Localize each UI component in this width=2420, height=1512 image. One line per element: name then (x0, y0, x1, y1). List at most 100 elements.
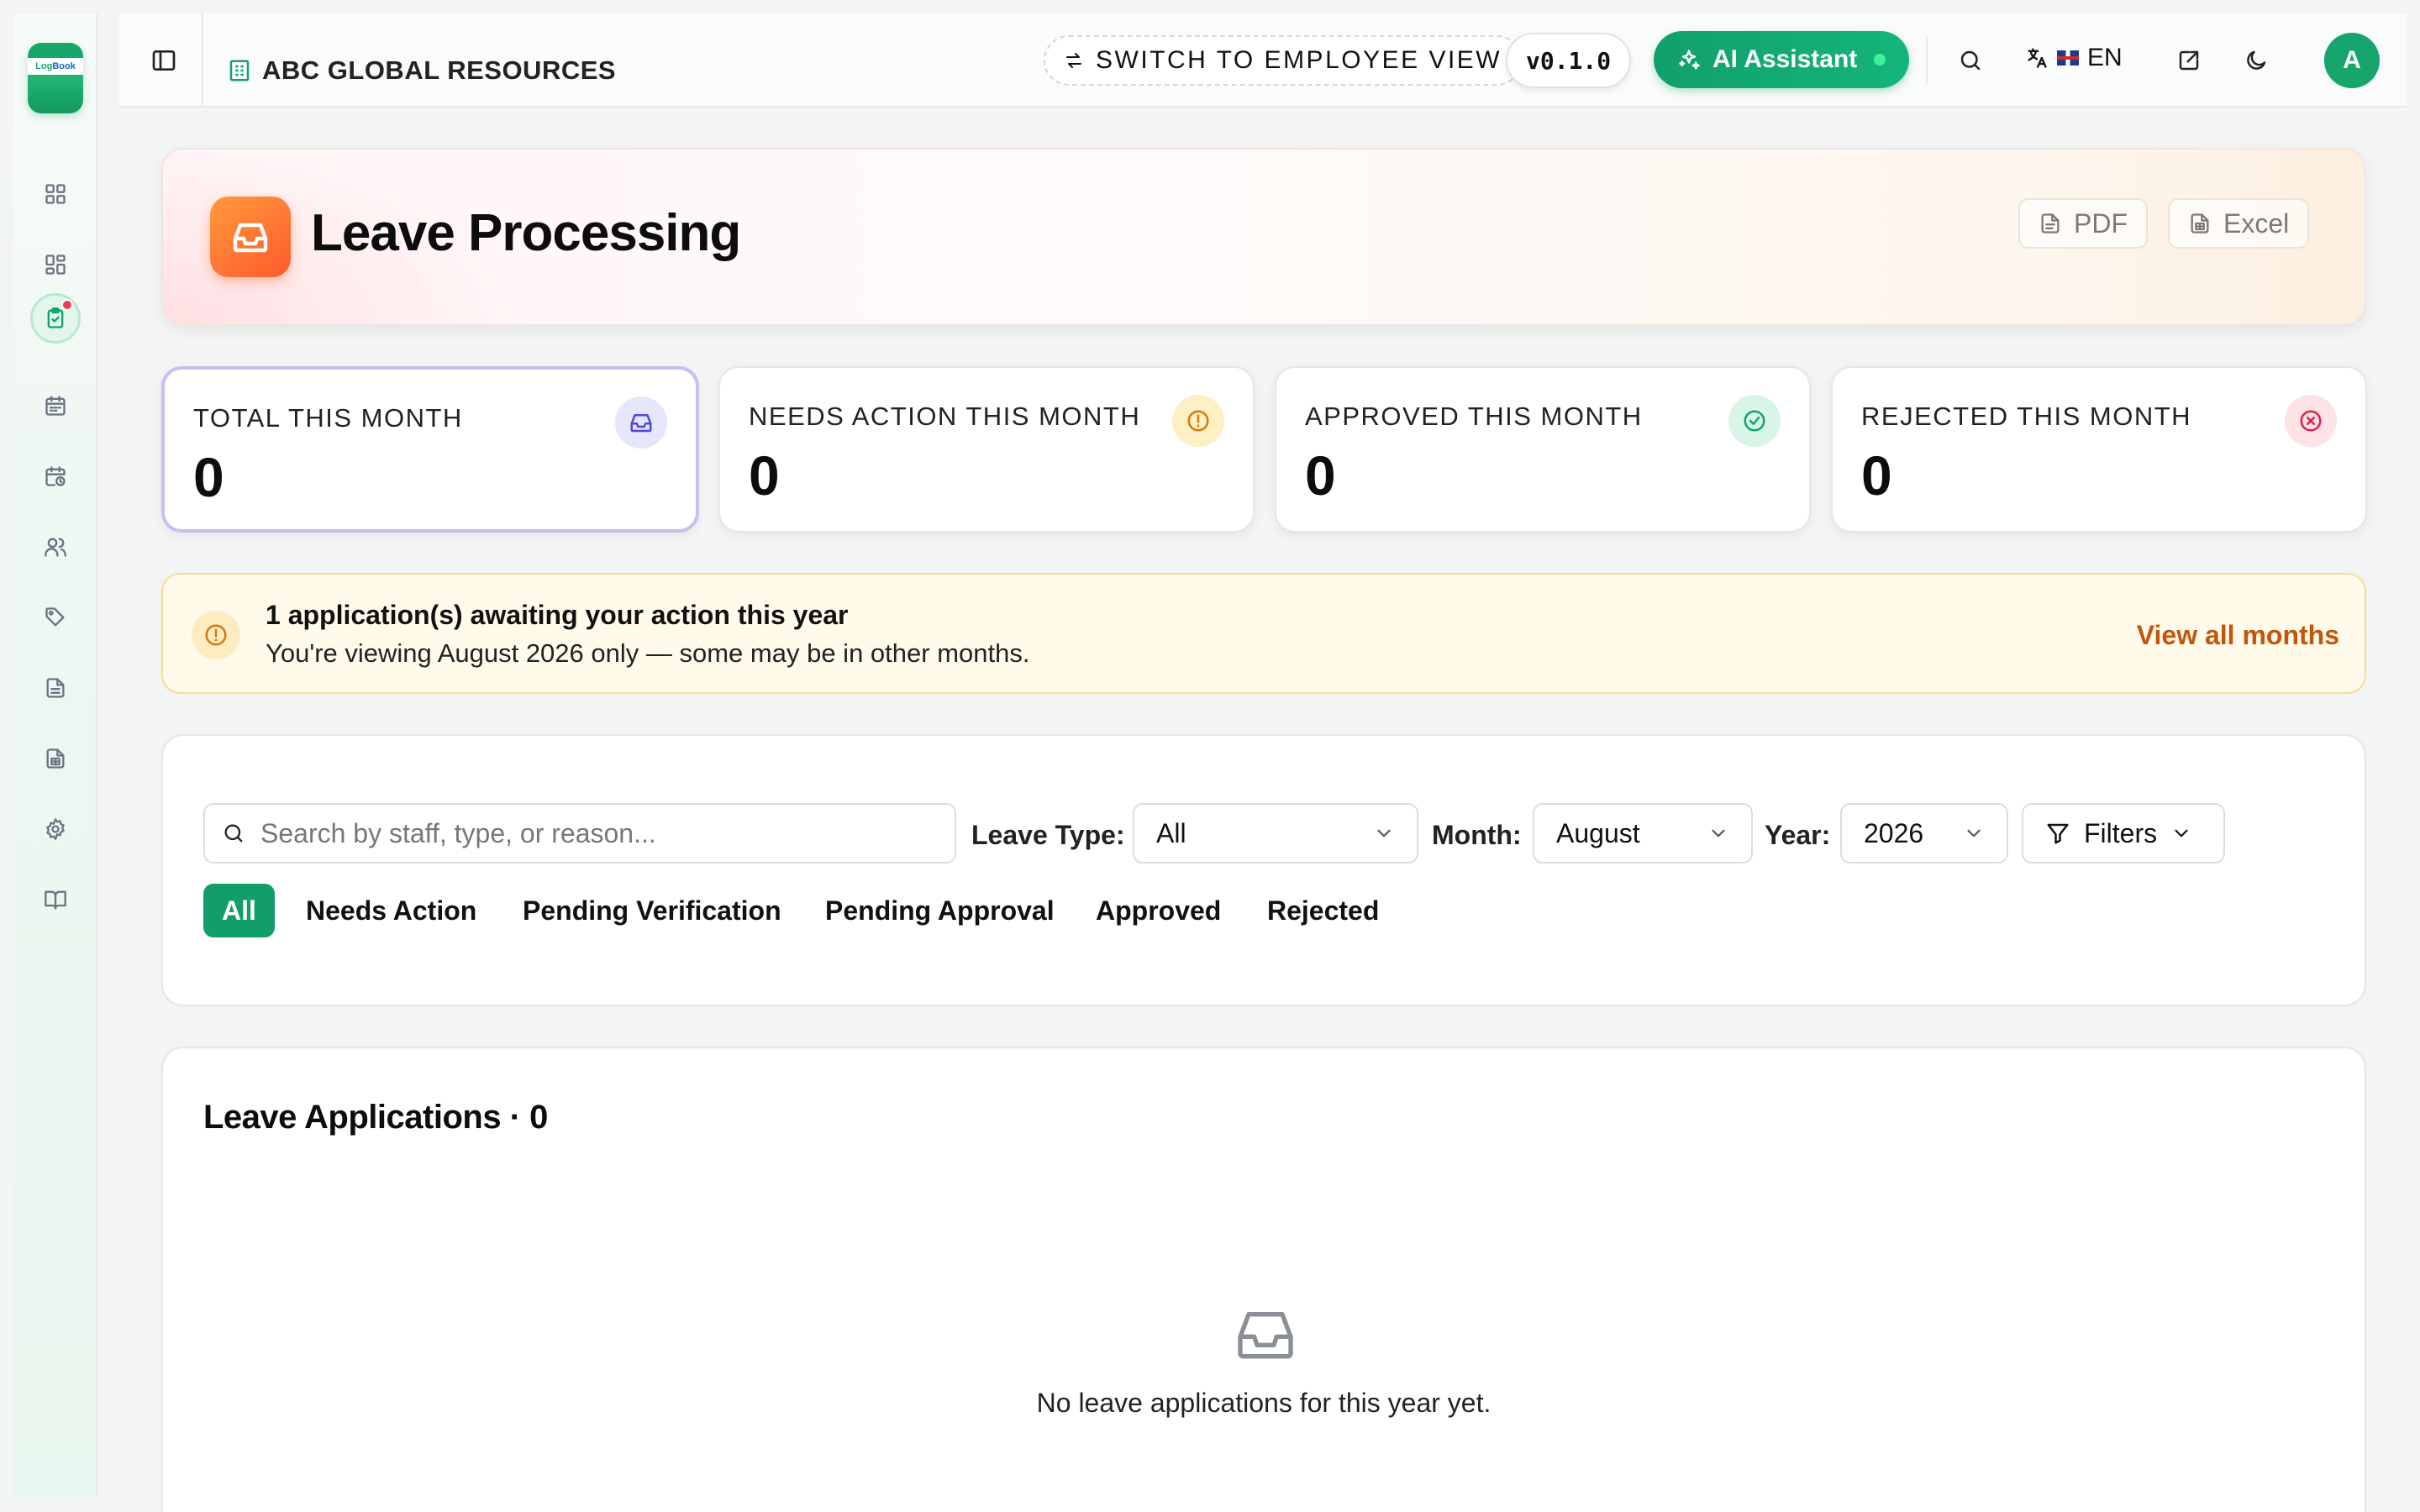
view-all-months-link[interactable]: View all months (2137, 620, 2339, 651)
external-edit-icon (2179, 50, 2199, 71)
tab-needs-action[interactable]: Needs Action (306, 884, 476, 937)
empty-state-text: No leave applications for this year yet. (1036, 1388, 1491, 1418)
tab-all[interactable]: All (203, 884, 275, 937)
app-logo[interactable]: Log Book (28, 43, 83, 113)
stat-value: 0 (193, 446, 224, 508)
search-input[interactable]: Search by staff, type, or reason... (260, 818, 656, 849)
stat-badge (1728, 395, 1781, 447)
stat-badge (2285, 395, 2337, 447)
export-excel-label: Excel (2223, 207, 2290, 239)
sidebar-toggle-button[interactable] (148, 45, 180, 76)
user-avatar[interactable]: A (2324, 33, 2380, 88)
language-selector[interactable]: EN (2025, 44, 2123, 72)
stat-card-rejected[interactable]: REJECTED THIS MONTH 0 (1831, 366, 2367, 533)
online-status-dot (1874, 54, 1886, 66)
stat-label: NEEDS ACTION THIS MONTH (749, 402, 1141, 431)
stat-card-approved[interactable]: APPROVED THIS MONTH 0 (1275, 366, 1811, 533)
stat-label: APPROVED THIS MONTH (1305, 402, 1643, 431)
stat-value: 0 (749, 444, 780, 507)
stat-card-needs-action[interactable]: NEEDS ACTION THIS MONTH 0 (718, 366, 1255, 533)
translate-icon (2028, 48, 2047, 68)
inbox-icon (233, 223, 268, 253)
topbar: ABC GLOBAL RESOURCES SWITCH TO EMPLOYEE … (119, 13, 2407, 108)
file-spreadsheet-icon (2191, 213, 2209, 234)
stat-badge (615, 396, 667, 449)
search-button[interactable] (1954, 45, 1986, 76)
sidebar-item-guide[interactable] (39, 883, 72, 916)
stat-label: REJECTED THIS MONTH (1861, 402, 2192, 431)
stat-badge (1172, 395, 1224, 447)
spreadsheet-icon (46, 748, 65, 769)
sidebar-item-documents[interactable] (39, 671, 72, 705)
switch-view-button[interactable]: SWITCH TO EMPLOYEE VIEW (1044, 35, 1523, 86)
logo-text-log: Log (35, 61, 53, 71)
leave-type-label: Leave Type: (971, 820, 1125, 850)
calendar-icon (45, 396, 66, 416)
switch-view-label: SWITCH TO EMPLOYEE VIEW (1096, 46, 1502, 74)
file-text-icon (2041, 213, 2060, 234)
building-icon (229, 60, 250, 81)
alert-title: 1 application(s) awaiting your action th… (266, 600, 849, 630)
notification-dot (61, 299, 73, 311)
sidebar-item-calendar[interactable] (39, 389, 72, 423)
sidebar-item-apps[interactable] (39, 248, 72, 281)
tab-rejected[interactable]: Rejected (1267, 884, 1379, 937)
avatar-initial: A (2343, 46, 2361, 74)
uk-flag-icon (2057, 50, 2079, 66)
tags-icon (45, 607, 65, 627)
month-label: Month: (1432, 820, 1522, 850)
ai-assistant-label: AI Assistant (1712, 45, 1858, 73)
filter-funnel-icon (2047, 823, 2069, 844)
leave-type-select[interactable]: All (1133, 803, 1418, 864)
page-icon (210, 197, 291, 277)
stat-value: 0 (1861, 444, 1892, 507)
tab-approved[interactable]: Approved (1096, 884, 1221, 937)
month-value: August (1556, 817, 1640, 848)
settings-gear-icon (46, 818, 65, 840)
company-label: ABC GLOBAL RESOURCES (262, 55, 617, 85)
month-select[interactable]: August (1533, 803, 1753, 864)
sidebar-item-schedule[interactable] (39, 459, 72, 493)
inbox-icon (630, 414, 652, 433)
applications-title: Leave Applications · 0 (203, 1099, 548, 1136)
company-name: ABC GLOBAL RESOURCES (227, 55, 616, 86)
stat-card-total[interactable]: TOTAL THIS MONTH 0 (161, 366, 699, 533)
moon-icon (2247, 50, 2266, 70)
filters-button-label: Filters (2084, 817, 2158, 848)
version-label: v0.1.0 (1526, 46, 1612, 75)
alert-message: You're viewing August 2026 only — some m… (266, 638, 1030, 668)
leave-type-value: All (1156, 817, 1186, 848)
sparkles-icon (1679, 50, 1700, 70)
topbar-divider (1926, 37, 1928, 84)
sidebar-item-dashboard[interactable] (39, 177, 72, 211)
search-field[interactable]: Search by staff, type, or reason... (203, 803, 956, 864)
applications-panel: Leave Applications · 0 No leave applicat… (161, 1047, 2366, 1512)
swap-arrows-icon (1066, 53, 1081, 68)
stat-label: TOTAL THIS MONTH (193, 403, 463, 433)
ai-assistant-button[interactable]: AI Assistant (1654, 31, 1910, 88)
year-value: 2026 (1864, 817, 1924, 848)
pending-action-alert: 1 application(s) awaiting your action th… (161, 573, 2366, 694)
filters-button[interactable]: Filters (2022, 803, 2225, 864)
alert-circle-icon (1187, 410, 1209, 432)
chevron-down-icon (2175, 829, 2188, 837)
chevron-down-icon (1712, 829, 1725, 837)
theme-toggle-button[interactable] (2240, 45, 2272, 76)
open-external-button[interactable] (2173, 45, 2205, 76)
sidebar-item-users[interactable] (39, 530, 72, 564)
empty-inbox-icon (1238, 1312, 1293, 1359)
alert-icon-wrap (192, 611, 240, 659)
chevron-down-icon (1967, 829, 1981, 837)
tab-pending-approval[interactable]: Pending Approval (825, 884, 1055, 937)
sidebar-panel-icon (152, 50, 176, 71)
calendar-clock-icon (45, 466, 66, 486)
sidebar-item-leave-processing[interactable] (30, 293, 81, 344)
tab-pending-verification[interactable]: Pending Verification (523, 884, 781, 937)
export-pdf-button[interactable]: PDF (2018, 198, 2148, 249)
sidebar-item-reports[interactable] (39, 742, 72, 775)
sidebar-item-settings[interactable] (39, 812, 72, 846)
book-open-icon (45, 890, 66, 910)
year-select[interactable]: 2026 (1840, 803, 2008, 864)
export-excel-button[interactable]: Excel (2168, 198, 2310, 249)
sidebar-item-tags[interactable] (39, 601, 72, 634)
